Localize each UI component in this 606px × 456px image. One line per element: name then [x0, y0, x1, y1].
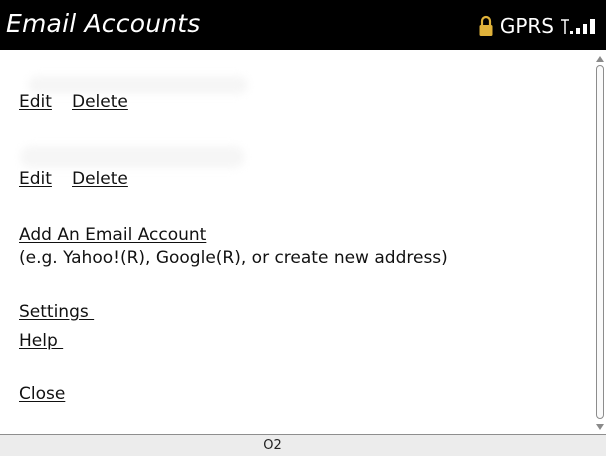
- account-address-2: [20, 146, 245, 168]
- screen-title: Email Accounts: [6, 9, 201, 38]
- lock-icon: [479, 15, 493, 36]
- accounts-list: Edit Delete Edit Delete Add An Email Acc…: [0, 50, 595, 434]
- carrier-name: O2: [263, 438, 282, 453]
- account-address-1: [28, 76, 248, 94]
- scrollbar[interactable]: [595, 50, 606, 434]
- edit-account-1-link[interactable]: Edit: [19, 92, 52, 112]
- edit-account-2-link[interactable]: Edit: [19, 169, 52, 189]
- close-link[interactable]: Close: [19, 384, 65, 404]
- signal-strength-icon: [561, 19, 595, 34]
- delete-account-1-link[interactable]: Delete: [72, 92, 128, 112]
- delete-account-2-link[interactable]: Delete: [72, 169, 128, 189]
- help-link[interactable]: Help: [19, 331, 63, 351]
- scroll-up-arrow-icon[interactable]: [596, 56, 604, 62]
- scroll-down-arrow-icon[interactable]: [596, 424, 604, 430]
- title-bar: Email Accounts GPRS: [0, 0, 606, 50]
- network-type: GPRS: [499, 14, 554, 38]
- settings-link[interactable]: Settings: [19, 302, 94, 322]
- scrollbar-thumb[interactable]: [596, 65, 604, 419]
- add-account-hint: (e.g. Yahoo!(R), Google(R), or create ne…: [19, 248, 448, 268]
- status-indicators: GPRS: [478, 13, 598, 39]
- carrier-footer: O2: [0, 434, 606, 456]
- add-email-account-link[interactable]: Add An Email Account: [19, 225, 206, 245]
